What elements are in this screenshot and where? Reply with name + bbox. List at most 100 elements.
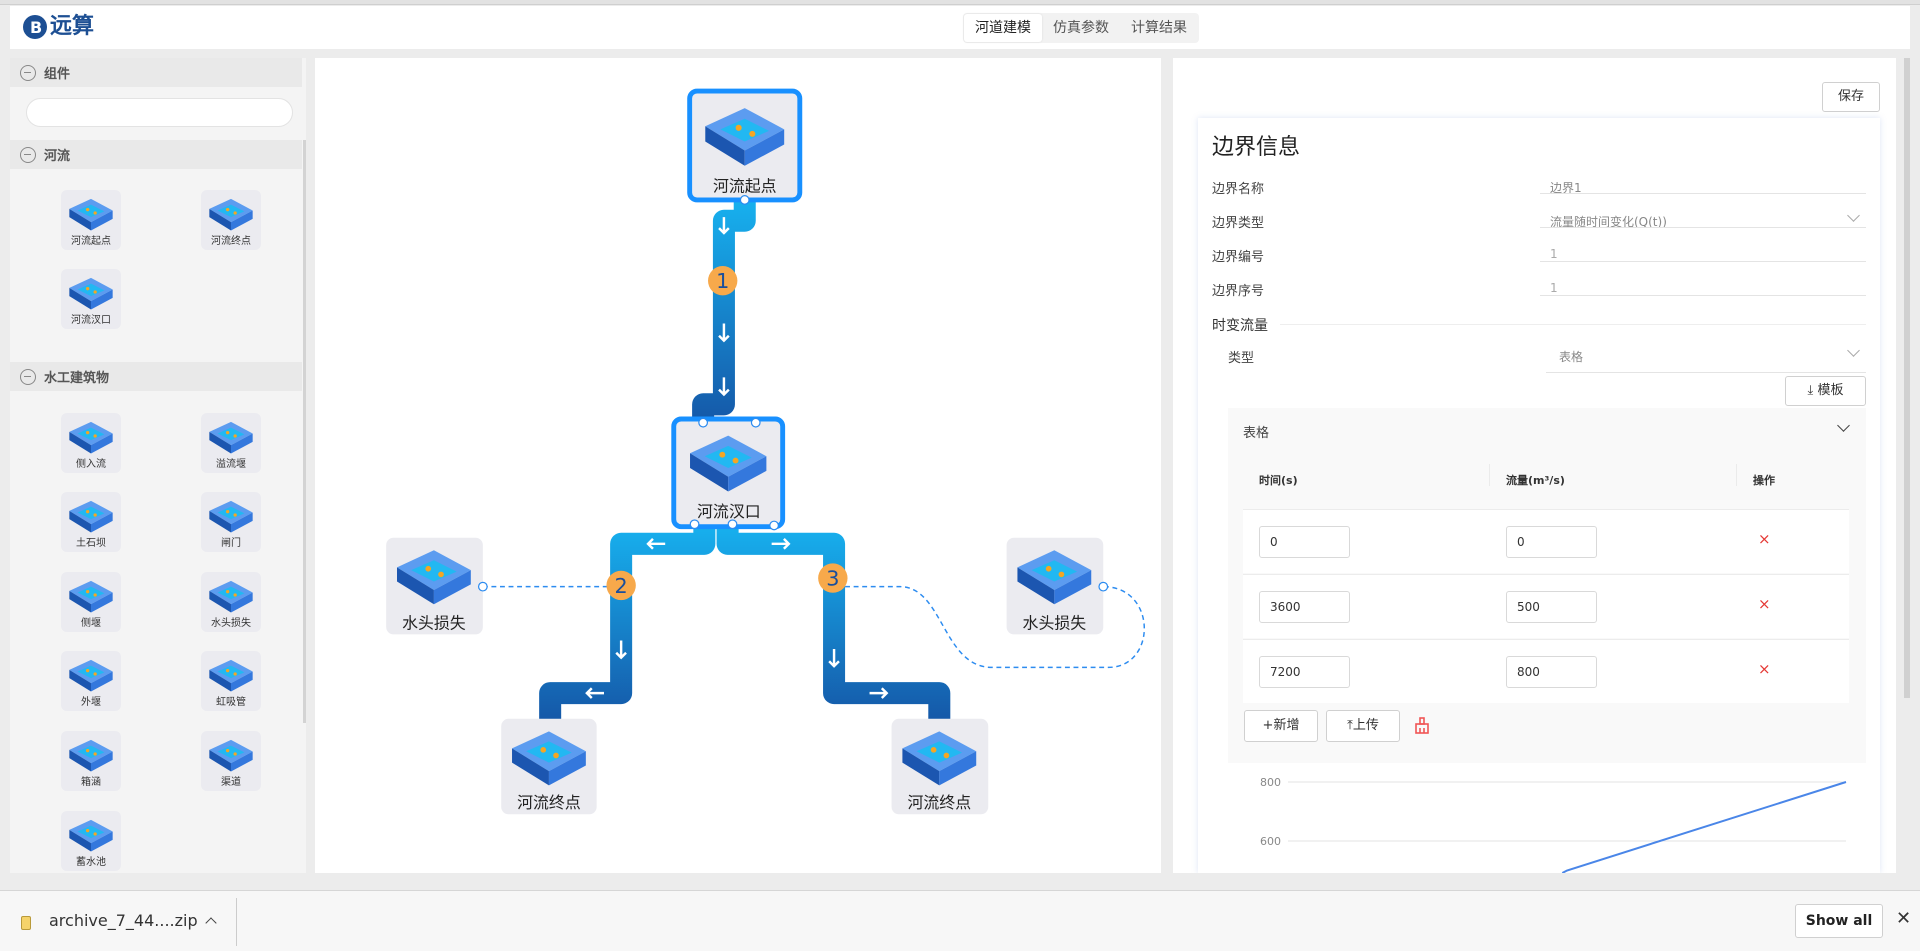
- component-tile[interactable]: 侧入流: [61, 413, 121, 473]
- panel-scrollbar[interactable]: [1904, 58, 1910, 698]
- field-value[interactable]: 1: [1550, 281, 1558, 295]
- show-all-button[interactable]: Show all: [1795, 904, 1883, 938]
- delete-row-icon[interactable]: ×: [1758, 660, 1771, 678]
- download-filename[interactable]: archive_7_44....zip: [49, 911, 198, 930]
- section-components[interactable]: 组件: [10, 58, 302, 87]
- node-head-loss-right[interactable]: 水头损失: [1006, 537, 1104, 635]
- field-underline: [1540, 261, 1866, 262]
- section-time-varying-flow: 时变流量: [1212, 318, 1268, 334]
- field-underline: [1540, 295, 1866, 296]
- download-template-button[interactable]: ⤓ 模板: [1785, 376, 1866, 406]
- component-icon: [66, 733, 116, 775]
- type-underline: [1546, 372, 1866, 373]
- table-row: ×: [1243, 509, 1849, 573]
- node-river-end-right[interactable]: 河流终点: [891, 718, 989, 815]
- collapse-icon[interactable]: [20, 146, 36, 163]
- close-icon[interactable]: ✕: [1896, 908, 1911, 929]
- time-input[interactable]: [1259, 656, 1350, 688]
- logo-text: 远算: [50, 14, 95, 39]
- river-pipe-3[interactable]: [716, 524, 951, 721]
- time-input[interactable]: [1259, 526, 1350, 558]
- section-river[interactable]: 河流: [10, 140, 302, 169]
- collapse-icon[interactable]: [20, 64, 36, 81]
- clear-broom-icon[interactable]: [1414, 717, 1430, 735]
- boundary-info-card: 边界信息 边界名称 边界1 边界类型 流量随时间变化(Q(t)) 边界编号 1 边界序号 1 …: [1198, 118, 1880, 873]
- component-search-input[interactable]: [26, 98, 293, 127]
- chevron-down-icon[interactable]: [1847, 209, 1860, 222]
- component-label: 河流起点: [71, 236, 111, 247]
- component-label: 蓄水池: [76, 857, 106, 868]
- model-canvas[interactable]: 河流起点 河流汊口 水头损失 水头损失 河流终点 河流终点 1 2 3: [315, 58, 1161, 873]
- component-tile[interactable]: 溢流堰: [201, 413, 261, 473]
- tab-river-modeling[interactable]: 河道建模: [964, 14, 1042, 42]
- component-tile[interactable]: 水头损失: [201, 572, 261, 632]
- component-label: 土石坝: [76, 538, 106, 549]
- delete-row-icon[interactable]: ×: [1758, 595, 1771, 613]
- component-tile[interactable]: 虹吸管: [201, 651, 261, 711]
- component-icon: [206, 415, 256, 457]
- upload-button[interactable]: ⤒上传: [1326, 710, 1400, 742]
- river-badge-1[interactable]: 1: [708, 266, 738, 296]
- node-head-loss-left[interactable]: 水头损失: [386, 537, 483, 635]
- delete-row-icon[interactable]: ×: [1758, 530, 1771, 548]
- component-icon: [66, 494, 116, 536]
- node-label: 河流汊口: [697, 502, 761, 521]
- component-tile[interactable]: 渠道: [201, 731, 261, 791]
- node-label: 水头损失: [402, 613, 466, 632]
- flow-input[interactable]: [1506, 591, 1597, 623]
- chevron-up-icon[interactable]: [205, 917, 217, 929]
- col-header-action: 操作: [1753, 474, 1775, 487]
- browser-top-strip: [0, 0, 1920, 5]
- component-icon: [66, 653, 116, 695]
- field-label: 边界序号: [1212, 284, 1265, 299]
- badge-label: 3: [826, 566, 839, 590]
- component-tile[interactable]: 侧堰: [61, 572, 121, 632]
- component-tile[interactable]: 土石坝: [61, 492, 121, 552]
- component-tile[interactable]: 河流汊口: [61, 269, 121, 329]
- node-river-end-left[interactable]: 河流终点: [501, 718, 597, 815]
- component-label: 溢流堰: [216, 459, 246, 470]
- field-value[interactable]: 1: [1550, 247, 1558, 261]
- badge-label: 2: [615, 574, 628, 598]
- sidebar-scrollbar[interactable]: [303, 140, 306, 723]
- time-input[interactable]: [1259, 591, 1350, 623]
- chevron-down-icon[interactable]: [1837, 419, 1850, 432]
- node-river-start[interactable]: 河流起点: [687, 88, 803, 203]
- connection-ports[interactable]: [477, 195, 1109, 592]
- table-row: ×: [1243, 574, 1849, 638]
- component-tile[interactable]: 箱涵: [61, 731, 121, 791]
- component-label: 闸门: [221, 538, 241, 549]
- main-tabs: 河道建模 仿真参数 计算结果: [963, 13, 1199, 43]
- node-river-junction[interactable]: 河流汊口: [671, 416, 786, 530]
- river-badge-2[interactable]: 2: [606, 570, 636, 601]
- component-tile[interactable]: 蓄水池: [61, 811, 121, 871]
- component-tile[interactable]: 外堰: [61, 651, 121, 711]
- component-tile[interactable]: 闸门: [201, 492, 261, 552]
- download-icon: ⤓: [1807, 383, 1818, 398]
- component-label: 侧堰: [81, 618, 101, 629]
- section-hydraulic-structures[interactable]: 水工建筑物: [10, 362, 302, 391]
- zip-file-icon: [21, 916, 31, 930]
- table-title: 表格: [1243, 426, 1270, 441]
- flow-chart: 800 600: [1260, 776, 1847, 873]
- type-select-value: 表格: [1559, 350, 1584, 364]
- upload-label: 上传: [1352, 718, 1379, 733]
- component-icon: [206, 494, 256, 536]
- river-pipe-2[interactable]: [539, 524, 716, 721]
- field-underline: [1540, 227, 1866, 228]
- tab-results[interactable]: 计算结果: [1120, 14, 1198, 42]
- flow-input[interactable]: [1506, 656, 1597, 688]
- add-row-button[interactable]: +新增: [1244, 710, 1318, 742]
- save-button[interactable]: 保存: [1822, 82, 1880, 112]
- river-badge-3[interactable]: 3: [818, 563, 848, 593]
- collapse-icon[interactable]: [20, 368, 36, 385]
- flow-input[interactable]: [1506, 526, 1597, 558]
- component-icon: [206, 574, 256, 616]
- tab-simulation-params[interactable]: 仿真参数: [1042, 14, 1120, 42]
- component-tile[interactable]: 河流终点: [201, 190, 261, 250]
- top-bar: B 远算 河道建模 仿真参数 计算结果: [10, 6, 1910, 49]
- section-title: 河流: [44, 149, 71, 164]
- column-divider: [1489, 464, 1490, 486]
- template-label: 模板: [1817, 383, 1844, 398]
- component-tile[interactable]: 河流起点: [61, 190, 121, 250]
